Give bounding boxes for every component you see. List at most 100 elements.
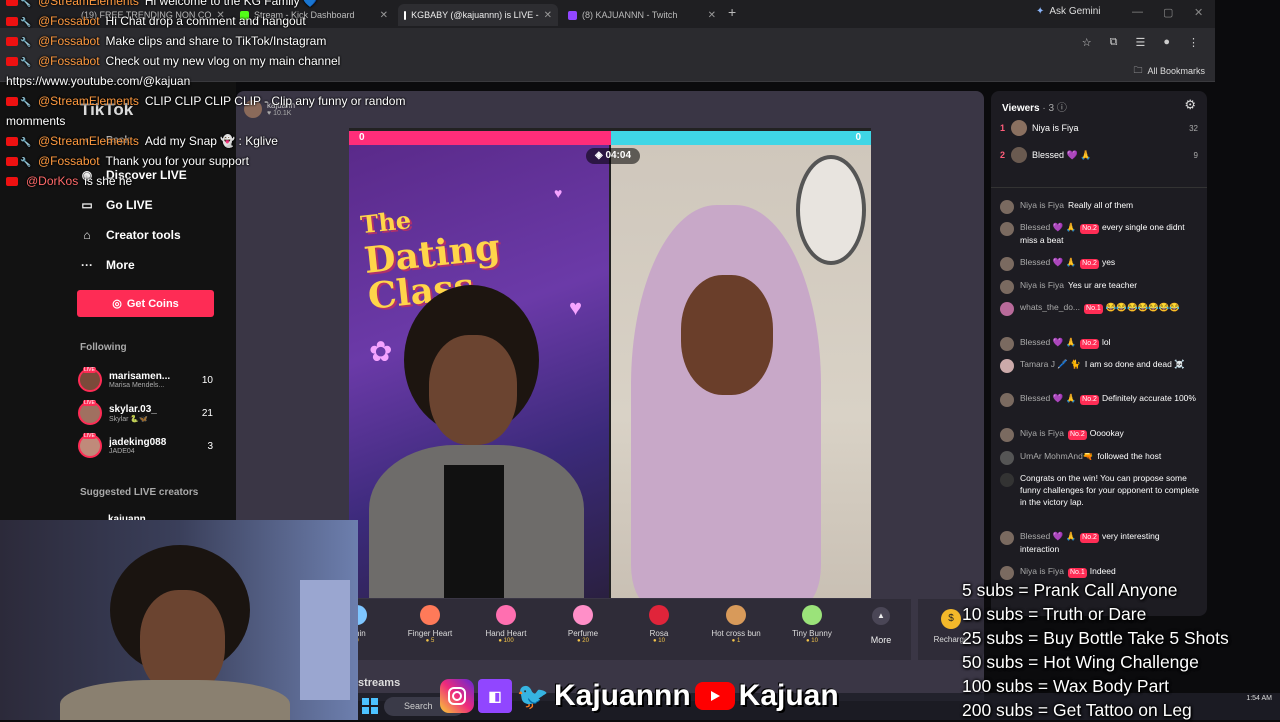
overlay-chat-line: 🔧 @StreamElements Hi welcome to the KG Fam… — [6, 0, 476, 14]
nav-more[interactable]: ··· More — [80, 258, 135, 272]
chat-user[interactable]: Blessed 💜 🙏 — [1020, 337, 1076, 347]
maximize-button[interactable]: ▢ — [1163, 6, 1173, 19]
gift-price: ● 1 — [731, 638, 741, 644]
heart-sparkle-icon: ♥ — [554, 185, 563, 201]
chat-user[interactable]: Niya is Fiya — [1020, 200, 1064, 210]
opponent-face — [681, 275, 773, 395]
following-item[interactable]: LIVE marisamen... Marisa Mendels... 10 — [78, 366, 213, 394]
all-bookmarks-button[interactable]: 🗀 All Bookmarks — [1133, 63, 1205, 79]
nav-go-live[interactable]: ▭ Go LIVE — [80, 198, 152, 212]
bookmark-star-icon[interactable]: ☆ — [1082, 36, 1092, 49]
panel-divider — [991, 187, 1207, 188]
rank-badge: No.2 — [1080, 395, 1099, 405]
following-name: skylar.03_ — [109, 403, 157, 415]
extensions-icon[interactable]: ☰ — [1135, 36, 1145, 49]
windows-start-icon[interactable] — [362, 698, 378, 714]
overlay-chat-line: momments — [6, 114, 476, 134]
gift-item[interactable]: Perfume ● 20 — [553, 605, 613, 644]
get-coins-button[interactable]: ◎ Get Coins — [77, 290, 214, 317]
chat-user[interactable]: Blessed 💜 🙏 — [1020, 257, 1076, 267]
info-icon[interactable]: ⓘ — [1057, 103, 1067, 114]
top-viewer-row[interactable]: 1 Niya is Fiya 32 — [1000, 118, 1198, 138]
overlay-chat-line: 🔧 @StreamElements CLIP CLIP CLIP CLIP - Cl… — [6, 94, 476, 114]
chevron-up-icon: ▲ — [872, 607, 890, 625]
gift-price-value: 100 — [503, 638, 514, 644]
browser-tab-twitch[interactable]: (8) KAJUANNN - Twitch ✕ — [562, 4, 722, 26]
left-camera-feed: The Dating Class ♥ ✿ ♥ — [349, 145, 609, 598]
following-name: marisamen... — [109, 371, 171, 382]
cast-icon[interactable]: ⧉ — [1110, 36, 1118, 49]
chat-user[interactable]: Niya is Fiya — [1020, 428, 1064, 438]
gift-item[interactable]: Hot cross bun ● 1 — [705, 605, 767, 644]
viewers-header: Viewers · 3 ⓘ — [1002, 99, 1067, 114]
chat-user[interactable]: Tamara J 🖊️ 🐈 — [1020, 359, 1081, 369]
get-coins-label: Get Coins — [126, 297, 179, 310]
youtube-handle: Kajuan — [738, 679, 839, 712]
gift-price: ● 100 — [498, 638, 514, 644]
profile-avatar-icon[interactable]: ● — [1163, 36, 1170, 49]
top-viewer-row[interactable]: 2 Blessed 💜 🙏 9 — [1000, 145, 1198, 165]
social-handle: Kajuannn — [554, 679, 691, 712]
overlay-chat-text: Hi welcome to the KG Family 💙 — [144, 0, 318, 8]
browser-menu-icon[interactable]: ⋮ — [1188, 36, 1199, 49]
close-window-button[interactable]: ✕ — [1194, 6, 1203, 19]
nav-label: More — [106, 258, 135, 272]
perfume-icon — [573, 605, 593, 625]
avatar: LIVE — [78, 400, 102, 425]
chat-user[interactable]: Niya is Fiya — [1020, 566, 1064, 576]
rose-icon — [649, 605, 669, 625]
gift-item[interactable]: Finger Heart ● 5 — [400, 605, 460, 644]
avatar — [1011, 147, 1027, 163]
gift-item[interactable]: Hand Heart ● 100 — [476, 605, 536, 644]
chat-user[interactable]: Blessed 💜 🙏 — [1020, 393, 1076, 403]
youtube-icon — [6, 57, 18, 67]
viewer-score: 32 — [1189, 123, 1198, 133]
rank-badge: No.1 — [1067, 568, 1087, 578]
gift-price: ● 10 — [806, 638, 818, 644]
minimize-button[interactable]: — — [1132, 6, 1143, 18]
overlay-chat-user: @Fossabot — [38, 14, 100, 28]
gift-item[interactable]: Rosa ● 10 — [629, 605, 689, 644]
battle-video[interactable]: The Dating Class ♥ ✿ ♥ 0 0 ◈ 04:04 — [349, 128, 871, 598]
chat-text: Really all of them — [1067, 200, 1134, 210]
ask-gemini-button[interactable]: ✦ Ask Gemini — [1036, 6, 1101, 17]
close-tab-icon[interactable]: ✕ — [544, 10, 552, 21]
stream-overlay-chat: 🔧 @StreamElements Hi welcome to the KG Fam… — [6, 0, 476, 194]
overlay-chat-text: CLIP CLIP CLIP CLIP - Clip any funny or … — [144, 94, 406, 108]
new-tab-button[interactable]: + — [728, 4, 736, 20]
streamer-webcam — [0, 520, 358, 720]
chat-user[interactable]: Niya is Fiya — [1020, 280, 1064, 290]
close-tab-icon[interactable]: ✕ — [708, 10, 716, 21]
avatar — [1000, 428, 1014, 442]
ask-gemini-label: Ask Gemini — [1049, 6, 1101, 17]
right-camera-feed — [611, 145, 871, 598]
viewer-count: 3 — [207, 440, 213, 452]
chat-text: yes — [1101, 257, 1116, 267]
gift-price-value: 5 — [430, 638, 435, 644]
chat-user[interactable]: Blessed 💜 🙏 — [1020, 222, 1076, 232]
following-item[interactable]: LIVE jadeking088 JADE04 3 — [78, 432, 213, 460]
instagram-icon — [440, 679, 474, 713]
viewer-name: Blessed 💜 🙏 — [1032, 149, 1092, 160]
following-item[interactable]: LIVE skylar.03_ Skylar 🐍🦋 21 — [78, 399, 213, 427]
gift-price-value: 10 — [811, 638, 818, 644]
youtube-icon — [6, 177, 18, 187]
chat-user[interactable]: Blessed 💜 🙏 — [1020, 531, 1076, 541]
gear-icon[interactable]: ⚙ — [1184, 97, 1196, 113]
gift-item[interactable]: Tiny Bunny ● 10 — [782, 605, 842, 644]
nav-creator-tools[interactable]: ⌂ Creator tools — [80, 228, 181, 242]
finger-heart-icon — [420, 605, 440, 625]
rank-badge: No.2 — [1067, 430, 1087, 440]
overlay-chat-line: 🔧 @Fossabot Make clips and share to TikTok… — [6, 34, 476, 54]
battle-timer: ◈ 04:04 — [586, 148, 640, 164]
more-gifts-button[interactable]: ▲ More — [861, 607, 901, 645]
wrench-icon: 🔧 — [20, 97, 32, 107]
wrench-icon: 🔧 — [20, 137, 32, 147]
gift-name: Perfume — [567, 629, 599, 638]
avatar — [1011, 120, 1027, 136]
gift-bar: ...hin 0 Finger Heart ● 5 Hand Heart ● 1… — [347, 599, 911, 660]
nav-label: Creator tools — [106, 228, 181, 242]
gemini-sparkle-icon: ✦ — [1036, 6, 1045, 17]
chat-user[interactable]: UmAr MohmAnd🔫 — [1020, 451, 1093, 461]
chat-user[interactable]: whats_the_do... — [1020, 302, 1080, 312]
